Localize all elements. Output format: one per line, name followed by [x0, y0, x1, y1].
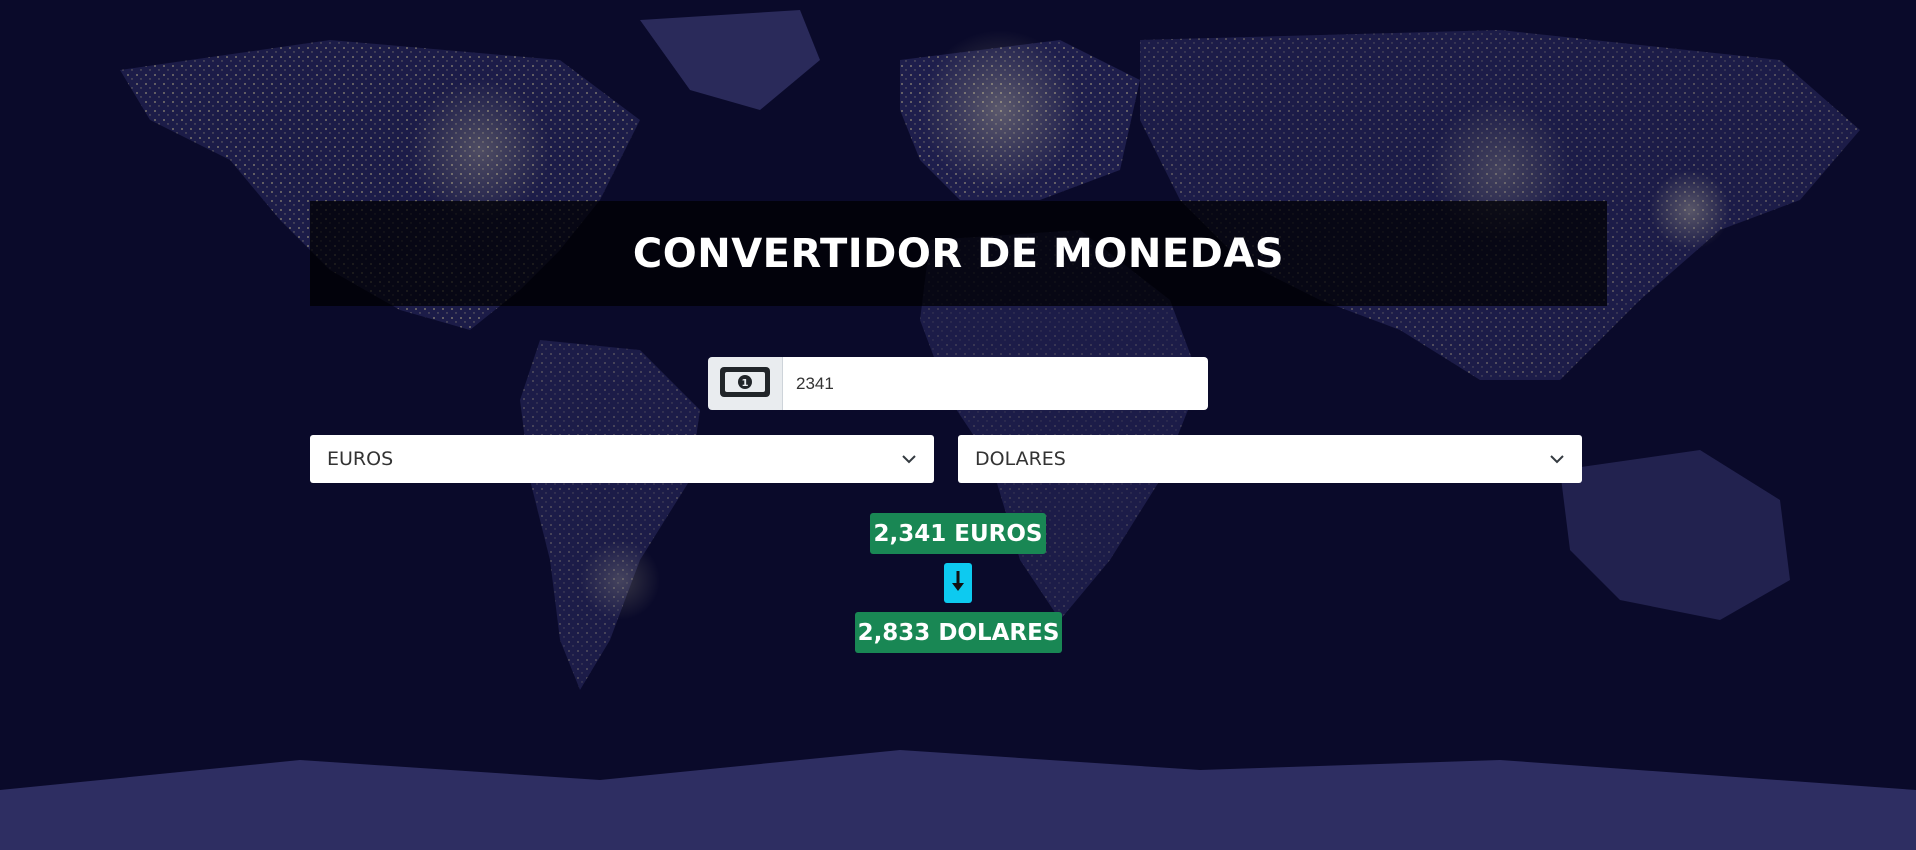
- to-currency-select[interactable]: DOLARES: [958, 435, 1582, 483]
- from-currency-select[interactable]: EUROS: [310, 435, 934, 483]
- converted-amount-badge: 2,833 DOLARES: [855, 612, 1062, 653]
- amount-input-group: 1: [708, 357, 1208, 410]
- money-bill-icon: 1: [719, 366, 771, 402]
- amount-addon: 1: [708, 357, 783, 410]
- world-map-background: [0, 0, 1916, 850]
- to-currency-value: DOLARES: [975, 448, 1066, 470]
- page-title: CONVERTIDOR DE MONEDAS: [632, 230, 1285, 277]
- title-banner: CONVERTIDOR DE MONEDAS: [310, 201, 1607, 306]
- chevron-down-icon: [901, 451, 917, 467]
- source-amount-badge: 2,341 EUROS: [870, 513, 1046, 554]
- amount-input[interactable]: [783, 357, 1208, 410]
- from-currency-value: EUROS: [327, 448, 394, 470]
- chevron-down-icon: [1549, 451, 1565, 467]
- svg-text:1: 1: [742, 378, 749, 389]
- arrow-down-icon: [951, 569, 965, 597]
- conversion-arrow-badge: [944, 563, 972, 603]
